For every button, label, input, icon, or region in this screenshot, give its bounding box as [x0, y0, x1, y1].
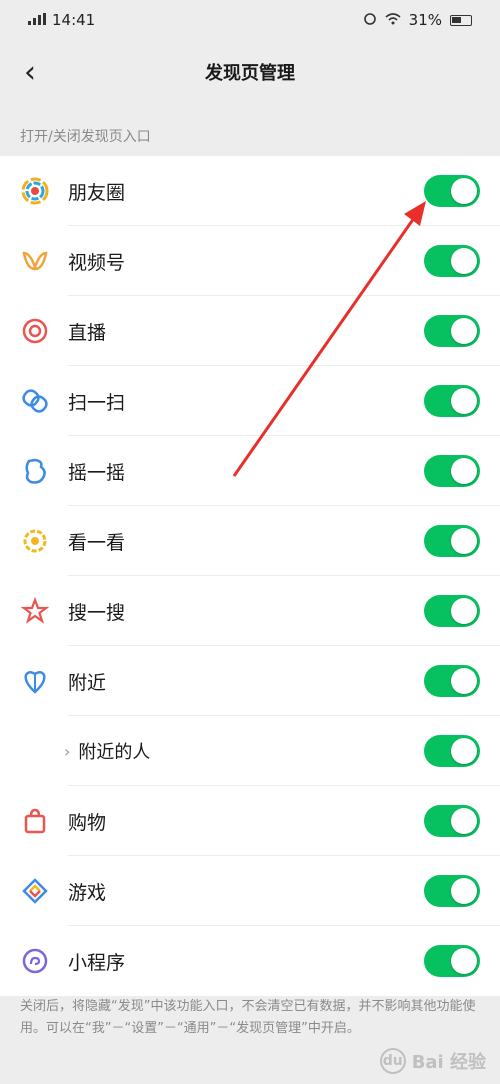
back-chevron-icon: ‹	[24, 54, 36, 90]
toggle-knob	[451, 388, 477, 414]
toggle-knob	[451, 738, 477, 764]
search-icon	[20, 596, 50, 626]
list-item-label: 视频号	[68, 251, 126, 274]
toggle-knob	[451, 668, 477, 694]
sub-item-marker: ›	[64, 741, 71, 761]
battery-percent: 31%	[408, 11, 442, 29]
list-item-label: 摇一摇	[68, 461, 126, 484]
status-right: 31%	[363, 11, 472, 29]
toggle-knob	[451, 528, 477, 554]
nearby-icon	[20, 666, 50, 696]
moments-toggle[interactable]	[424, 175, 480, 207]
discover-entry-list: 朋友圈 视频号 直播 扫一扫 摇一摇 看一看 搜一搜 附近 › 附近的人 购物 …	[0, 156, 500, 996]
toggle-knob	[451, 458, 477, 484]
shake-toggle[interactable]	[424, 455, 480, 487]
people-nearby-toggle[interactable]	[424, 735, 480, 767]
toggle-knob	[451, 948, 477, 974]
shopping-icon	[20, 806, 50, 836]
list-item-games[interactable]: 游戏	[0, 856, 500, 926]
list-item-live[interactable]: 直播	[0, 296, 500, 366]
toggle-knob	[451, 878, 477, 904]
live-icon	[20, 316, 50, 346]
list-item-nearby[interactable]: 附近	[0, 646, 500, 716]
channels-toggle[interactable]	[424, 245, 480, 277]
list-item-mini-programs[interactable]: 小程序	[0, 926, 500, 996]
list-item-label: 扫一扫	[68, 391, 126, 414]
alarm-icon	[363, 11, 377, 29]
nearby-toggle[interactable]	[424, 665, 480, 697]
shopping-toggle[interactable]	[424, 805, 480, 837]
top-stories-toggle[interactable]	[424, 525, 480, 557]
mini-programs-icon	[20, 946, 50, 976]
battery-icon	[450, 14, 472, 26]
scan-toggle[interactable]	[424, 385, 480, 417]
live-toggle[interactable]	[424, 315, 480, 347]
wifi-icon	[385, 11, 401, 29]
list-item-label: 小程序	[68, 951, 126, 974]
status-time: 14:41	[52, 11, 96, 29]
toggle-knob	[451, 178, 477, 204]
nav-bar: ‹ 发现页管理	[0, 40, 500, 104]
moments-icon	[20, 176, 50, 206]
top-stories-icon	[20, 526, 50, 556]
games-toggle[interactable]	[424, 875, 480, 907]
status-left: 14:41	[28, 11, 95, 29]
list-item-search[interactable]: 搜一搜	[0, 576, 500, 646]
list-item-shopping[interactable]: 购物	[0, 786, 500, 856]
toggle-knob	[451, 318, 477, 344]
baidu-paw-icon: du	[379, 1048, 406, 1074]
list-item-channels[interactable]: 视频号	[0, 226, 500, 296]
watermark-text: Bai 经验	[411, 1052, 486, 1073]
footer-note: 关闭后，将隐藏“发现”中该功能入口，不会清空已有数据，并不影响其他功能使用。可以…	[20, 999, 476, 1036]
games-icon	[20, 876, 50, 906]
list-item-label: 直播	[68, 321, 107, 344]
list-item-label: 游戏	[68, 881, 107, 904]
list-item-top-stories[interactable]: 看一看	[0, 506, 500, 576]
toggle-knob	[451, 808, 477, 834]
mini-programs-toggle[interactable]	[424, 945, 480, 977]
channels-icon	[20, 246, 50, 276]
list-item-people-nearby[interactable]: › 附近的人	[0, 716, 500, 786]
list-item-label: 看一看	[68, 531, 126, 554]
list-item-label: 附近的人	[78, 742, 151, 763]
list-item-label: 附近	[68, 671, 107, 694]
watermark: du Bai 经验	[379, 1048, 486, 1074]
list-item-label: 购物	[68, 811, 107, 834]
list-item-moments[interactable]: 朋友圈	[0, 156, 500, 226]
list-item-label: 搜一搜	[68, 601, 126, 624]
shake-icon	[20, 456, 50, 486]
list-item-label: 朋友圈	[68, 181, 126, 204]
search-toggle[interactable]	[424, 595, 480, 627]
section-caption: 打开/关闭发现页入口	[20, 129, 151, 145]
list-item-shake[interactable]: 摇一摇	[0, 436, 500, 506]
page-title: 发现页管理	[205, 63, 295, 84]
status-bar: 14:41 31%	[0, 0, 500, 40]
signal-icon	[28, 11, 46, 29]
toggle-knob	[451, 248, 477, 274]
toggle-knob	[451, 598, 477, 624]
scan-icon	[20, 386, 50, 416]
back-button[interactable]: ‹	[12, 54, 48, 90]
list-item-scan[interactable]: 扫一扫	[0, 366, 500, 436]
